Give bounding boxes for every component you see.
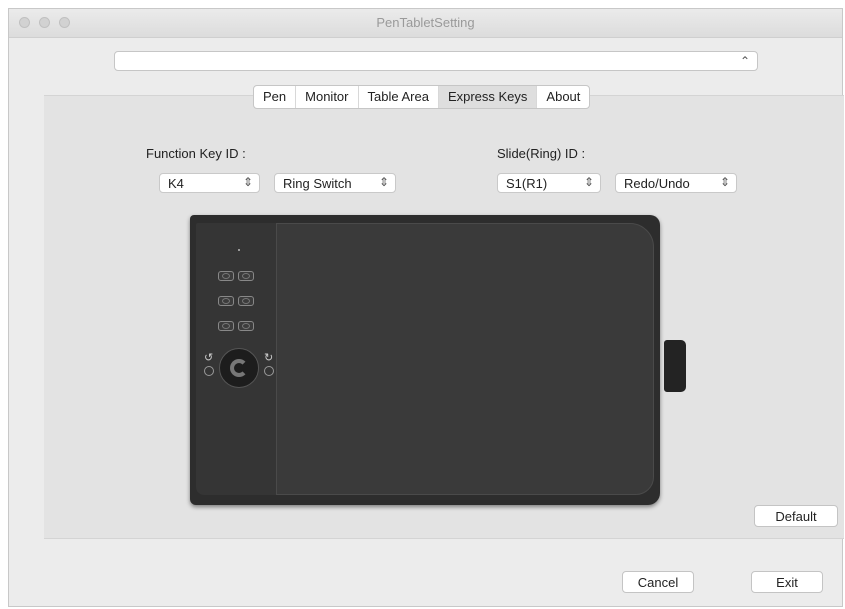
tab-table-area[interactable]: Table Area (359, 86, 439, 108)
tab-about[interactable]: About (537, 86, 589, 108)
touch-ring[interactable] (219, 348, 259, 388)
default-button[interactable]: Default (754, 505, 838, 527)
exit-button[interactable]: Exit (751, 571, 823, 593)
title-bar: PenTabletSetting (9, 9, 842, 38)
tab-monitor[interactable]: Monitor (296, 86, 359, 108)
express-key-k3[interactable] (218, 296, 234, 306)
function-key-action-select[interactable]: Ring Switch ⇕ (274, 173, 396, 193)
updown-chevron-icon: ⇕ (583, 175, 594, 189)
tab-pen[interactable]: Pen (254, 86, 297, 108)
function-key-action-value: Ring Switch (283, 176, 352, 191)
slide-s1-left-icon (204, 366, 214, 376)
ring-indicator-icon (230, 359, 248, 377)
express-key-k5[interactable] (218, 321, 234, 331)
express-key-k1[interactable] (218, 271, 234, 281)
function-key-id-label: Function Key ID : (146, 146, 246, 161)
pen-holder (664, 340, 686, 392)
updown-chevron-icon: ⇕ (378, 175, 389, 189)
slide-s1-right-icon (264, 366, 274, 376)
function-key-id-select[interactable]: K4 ⇕ (159, 173, 260, 193)
status-led (238, 249, 240, 251)
function-key-id-value: K4 (168, 176, 184, 191)
slide-ring-id-value: S1(R1) (506, 176, 548, 191)
slide-ring-action-select[interactable]: Redo/Undo ⇕ (615, 173, 737, 193)
cancel-button[interactable]: Cancel (622, 571, 694, 593)
updown-chevron-icon: ⇕ (242, 175, 253, 189)
tab-bar: Pen Monitor Table Area Express Keys Abou… (253, 85, 591, 109)
tab-express-keys[interactable]: Express Keys (438, 86, 538, 108)
rotate-left-icon: ↺ (204, 352, 214, 364)
express-key-k6[interactable] (238, 321, 254, 331)
tablet-image: ↺ ↻ (190, 215, 660, 505)
slide-ring-action-value: Redo/Undo (624, 176, 690, 191)
express-key-k4[interactable] (238, 296, 254, 306)
updown-chevron-icon: ⇕ (719, 175, 730, 189)
window-title: PenTabletSetting (376, 15, 475, 30)
device-select[interactable]: ⌃ (114, 51, 758, 71)
updown-chevron-icon: ⌃ (739, 54, 750, 68)
express-key-k2[interactable] (238, 271, 254, 281)
rotate-right-icon: ↻ (264, 352, 274, 364)
slide-ring-id-label: Slide(Ring) ID : (497, 146, 586, 161)
tablet-active-area (276, 223, 654, 495)
express-key-strip: ↺ ↻ (196, 223, 276, 495)
slide-ring-id-select[interactable]: S1(R1) ⇕ (497, 173, 601, 193)
